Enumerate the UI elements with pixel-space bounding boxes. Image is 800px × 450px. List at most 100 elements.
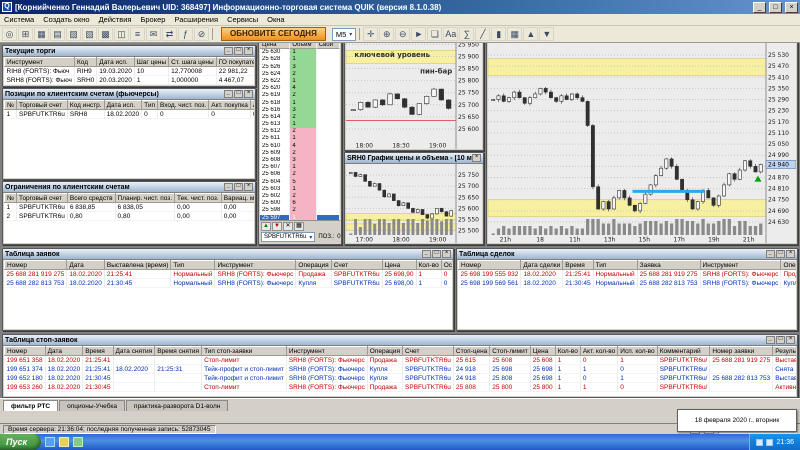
dom-bid-row[interactable]: 25 6122 [260,128,340,135]
menu-item-Расширения[interactable]: Расширения [174,15,218,24]
dom-bid-row[interactable]: 25 6045 [260,179,340,186]
dom-bid-row[interactable]: 25 6022 [260,193,340,200]
minimize-icon[interactable] [224,90,233,98]
column-header[interactable]: Инструмент [5,58,75,67]
column-header[interactable]: Остаток [441,261,452,270]
table-row[interactable]: 199 652 18018.02.202021:30:45Тейк-профит… [5,374,797,383]
column-header[interactable]: Операция [367,347,402,356]
close-icon[interactable] [472,154,481,162]
chart1-canvas[interactable]: 25 95025 90025 85025 80025 75025 70025 6… [346,42,482,149]
column-header[interactable]: Операция [296,261,331,270]
start-button[interactable]: Пуск [0,434,41,450]
column-header[interactable]: Тип стоп-заявки [202,347,287,356]
dom-bid-row[interactable]: 25 6104 [260,143,340,150]
zoom-out-icon[interactable]: ⊖ [395,27,410,41]
quick-launch-explorer-icon[interactable] [59,437,69,447]
connection-icon[interactable]: ◎ [2,27,17,41]
dom-ask-row[interactable]: 25 6281 [260,56,340,63]
menu-item-Создать окно[interactable]: Создать окно [43,15,89,24]
quotes-icon[interactable]: ▤ [50,27,65,41]
table-row[interactable]: RIH8 (FORTS): ФьючRIH919.03.20201012,770… [5,67,255,76]
close-icon[interactable] [244,183,253,191]
table-row[interactable]: 25 688 281 919 27518.02.202021:25:41Норм… [5,270,453,279]
column-header[interactable]: Исп. кол-во [618,347,657,356]
column-header[interactable]: Инструмент [215,261,296,270]
column-header[interactable]: Дата [67,261,105,270]
orders-icon[interactable]: ▧ [82,27,97,41]
close-icon[interactable] [786,250,795,258]
maximize-icon[interactable]: □ [769,2,782,13]
column-header[interactable]: Стоп-лимит [490,347,530,356]
minimize-icon[interactable] [766,336,775,344]
menu-item-Сервисы[interactable]: Сервисы [227,15,258,24]
up-arrow-icon[interactable]: ▲ [523,27,538,41]
column-header[interactable]: Акт. продажа [250,101,254,110]
column-header[interactable]: Счет [331,261,382,270]
column-header[interactable]: Дата снятия [113,347,155,356]
crosshair-icon[interactable]: ✛ [363,27,378,41]
dom-bid-row[interactable]: 25 6092 [260,150,340,157]
column-header[interactable]: Кол-во [555,347,580,356]
dom-bid-row[interactable]: 25 5982 [260,207,340,214]
column-header[interactable]: Тип [171,261,215,270]
column-header[interactable]: Ст. шага цены [169,58,217,67]
column-header[interactable]: Результат [773,347,796,356]
table-row[interactable]: SRH8 (FORTS): ФьючSRH020.03.202011,00000… [5,76,255,85]
menu-item-Брокер[interactable]: Брокер [140,15,165,24]
maximize-icon[interactable] [776,250,785,258]
column-header[interactable]: Акт. кол-во [580,347,617,356]
indicator-icon[interactable]: ∑ [459,27,474,41]
table-row[interactable]: 199 653 26018.02.202021:30:45Стоп-лимитS… [5,383,797,392]
table-row[interactable]: 25 698 199 569 56118.02.202021:30:45Норм… [459,279,797,288]
dom-bid-row[interactable]: 25 6031 [260,186,340,193]
chart-icon[interactable]: ▨ [66,27,81,41]
dom-ask-row[interactable]: 25 6163 [260,107,340,114]
close-icon[interactable] [244,47,253,55]
column-header[interactable]: Время снятия [155,347,202,356]
dom-ask-row[interactable]: 25 6242 [260,71,340,78]
column-header[interactable]: Вариац. маржа [221,194,254,203]
panel-title-chart2[interactable]: SRH0 График цены и объема - [10 минут] [345,153,483,164]
column-header[interactable]: Заявка [637,261,700,270]
new-window-icon[interactable]: ⊞ [18,27,33,41]
dom-bid-row[interactable]: 25 6006 [260,200,340,207]
minimize-icon[interactable] [422,250,431,258]
column-header[interactable]: Торговый счет [16,194,67,203]
dom-ask-row[interactable]: 25 6221 [260,78,340,85]
column-header[interactable]: Дата сделки [521,261,563,270]
column-header[interactable]: Акт. покупка [209,101,251,110]
column-header[interactable]: Код [74,58,96,67]
scripts-icon[interactable]: ƒ [178,27,193,41]
portfolio-icon[interactable]: ◫ [114,27,129,41]
dom-ask-row[interactable]: 25 6131 [260,121,340,128]
close-icon[interactable]: × [785,2,798,13]
column-header[interactable]: Тек. чист. поз. [175,194,222,203]
dom-ask-row[interactable]: 25 6263 [260,64,340,71]
timeframe-select[interactable]: М5 ▾ [332,28,356,41]
column-header[interactable]: Торговый счет [16,101,67,110]
column-header[interactable]: Кол-во [416,261,441,270]
column-header[interactable]: Выставлена (время) [104,261,171,270]
minimize-icon[interactable] [766,250,775,258]
tray-network-icon[interactable] [756,439,763,446]
table-row[interactable]: 2SPBFUTKTR6u0,800,800,000,00-1,65 [5,212,255,221]
column-header[interactable]: Дата исп. [104,101,142,110]
column-header[interactable]: Тип [593,261,637,270]
workspace-tab-2[interactable]: опционы-Учебка [59,400,125,411]
panel-title-positions[interactable]: Позиции по клиентским счетам (фьючерсы) [3,89,255,100]
column-header[interactable]: Номер [459,261,521,270]
close-icon[interactable] [244,90,253,98]
tables-icon[interactable]: ▦ [34,27,49,41]
table-row[interactable]: 25 698 199 555 93218.02.202021:25:41Норм… [459,270,797,279]
menu-item-Окна[interactable]: Окна [267,15,284,24]
column-header[interactable]: Операция [781,261,796,270]
text-label-icon[interactable]: Aa [443,27,458,41]
column-header[interactable]: Время [83,347,113,356]
table-row[interactable]: 199 651 37418.02.202021:25:4118.02.20202… [5,365,797,374]
trend-line-icon[interactable]: ╱ [475,27,490,41]
column-header[interactable]: Цена [382,261,416,270]
main-chart-canvas[interactable]: 25 53025 47025 41025 35025 29025 23025 1… [488,42,796,243]
stop-icon[interactable]: ⊘ [194,27,209,41]
panel-title-orders[interactable]: Таблица заявок [3,249,453,260]
maximize-icon[interactable] [432,250,441,258]
